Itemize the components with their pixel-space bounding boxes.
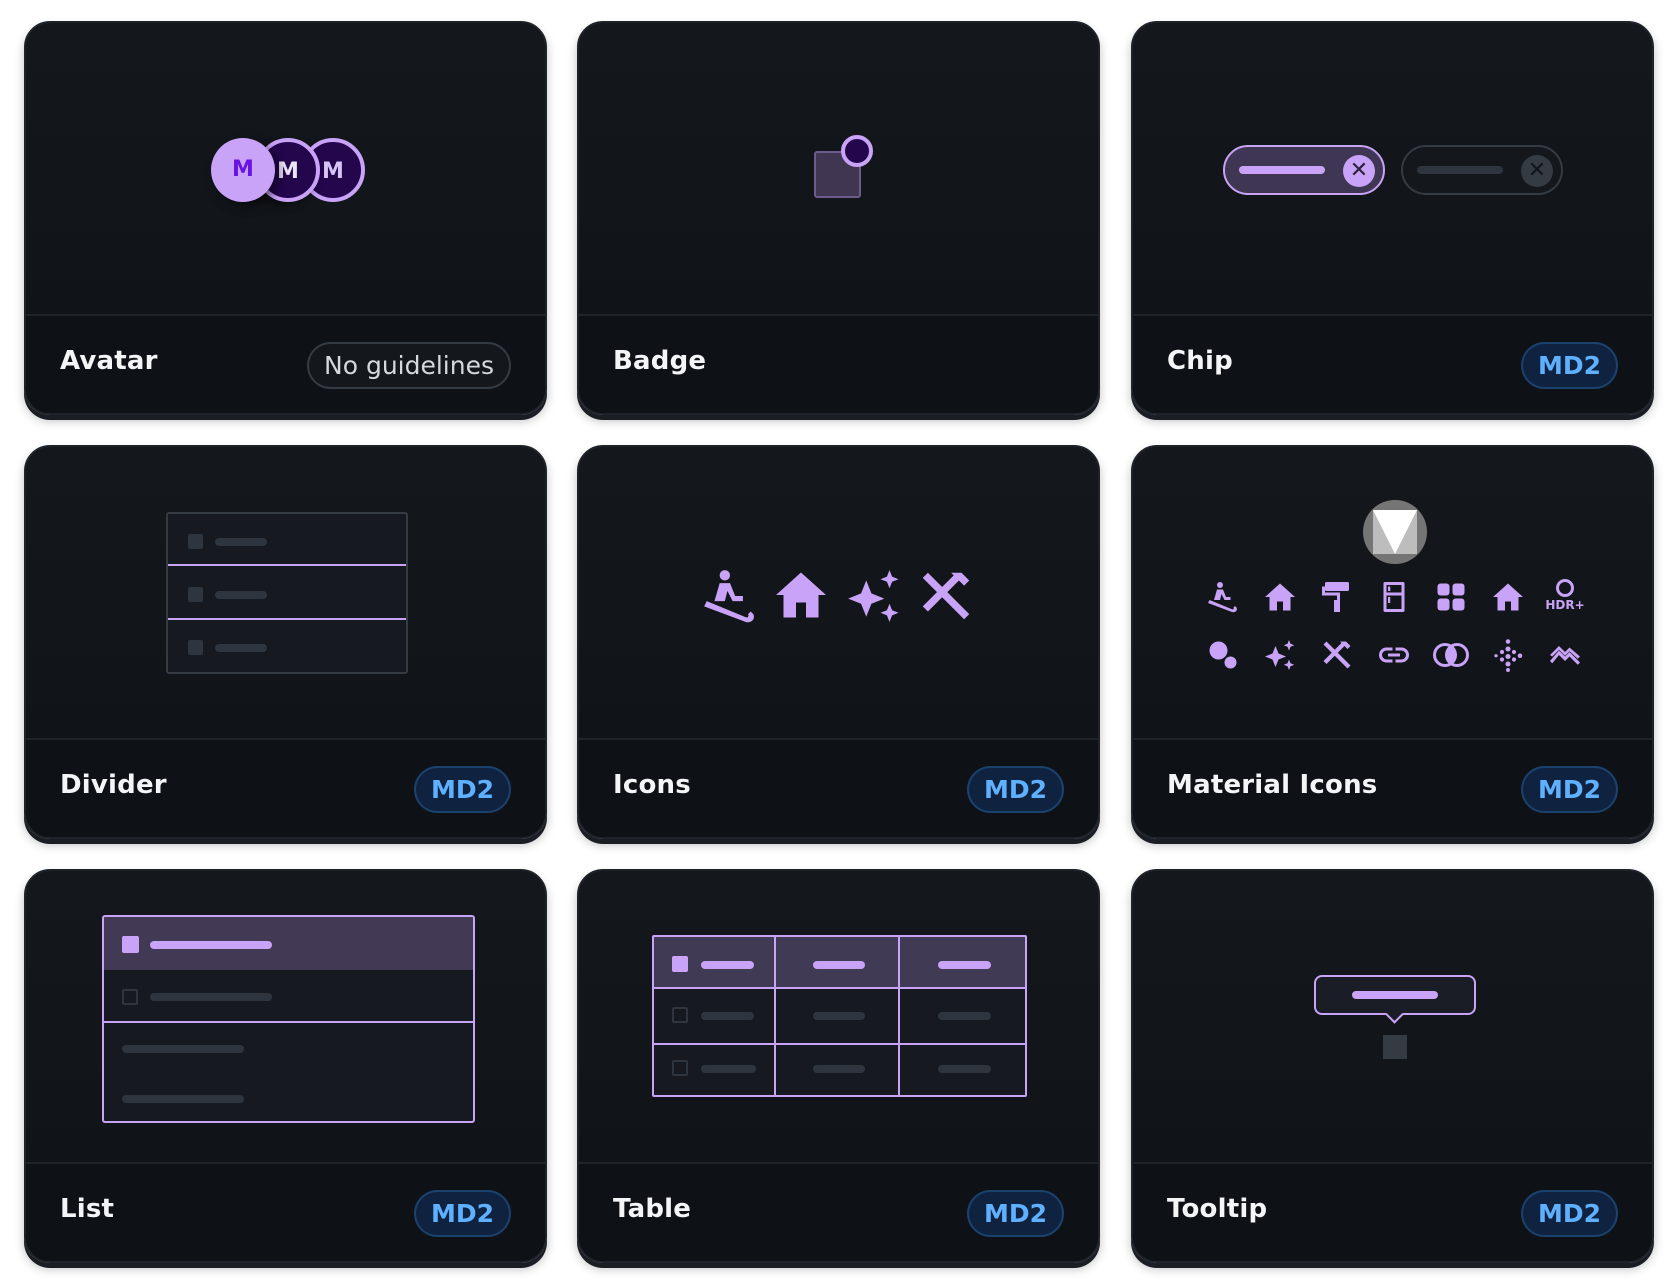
- card-badge[interactable]: Badge: [577, 21, 1100, 415]
- divider-preview: [26, 447, 545, 740]
- badge-preview: [579, 23, 1098, 316]
- list-preview: [26, 871, 545, 1164]
- home-icon: [1493, 583, 1523, 611]
- table: [652, 935, 1027, 1097]
- card-title: Badge: [613, 346, 707, 376]
- card-title: Chip: [1167, 346, 1233, 376]
- md2-badge: MD2: [413, 1190, 511, 1237]
- icons-preview: [579, 447, 1098, 740]
- chip-preview: ✕ ✕: [1133, 23, 1652, 316]
- card-table[interactable]: Table MD2: [577, 869, 1100, 1263]
- trending-icon: [1550, 646, 1580, 665]
- chip-selected: ✕: [1223, 145, 1385, 195]
- material-icons-preview: HDR+: [1133, 447, 1652, 740]
- card-title: Tooltip: [1167, 1194, 1268, 1224]
- card-title: Avatar: [60, 346, 158, 376]
- card-title: Table: [613, 1194, 692, 1224]
- card-title: Material Icons: [1167, 770, 1378, 800]
- close-icon: ✕: [1521, 155, 1553, 187]
- badge-dot: [841, 135, 873, 167]
- card-title: List: [60, 1194, 115, 1224]
- material-logo: [1363, 500, 1427, 564]
- card-chip[interactable]: ✕ ✕ Chip MD2: [1131, 21, 1654, 415]
- dots-icon: [1494, 639, 1523, 672]
- md2-badge: MD2: [1520, 766, 1618, 813]
- card-avatar[interactable]: M M M Avatar No guidelines: [24, 21, 547, 415]
- tools-icon: [1323, 641, 1351, 669]
- sledding-icon: [1208, 582, 1237, 613]
- md2-badge: MD2: [413, 766, 511, 813]
- card-list[interactable]: List MD2: [24, 869, 547, 1263]
- tooltip-preview: [1133, 871, 1652, 1164]
- card-title: Icons: [613, 770, 691, 800]
- card-divider[interactable]: Divider MD2: [24, 445, 547, 839]
- grid-icon: [1437, 583, 1465, 611]
- fridge-icon: [1383, 582, 1405, 612]
- sparkles-icon: [848, 570, 899, 622]
- avatar: M: [211, 138, 275, 202]
- list: [102, 915, 475, 1123]
- tools-icon: [922, 572, 970, 620]
- card-tooltip[interactable]: Tooltip MD2: [1131, 869, 1654, 1263]
- avatar-preview: M M M: [26, 23, 545, 316]
- md2-badge: MD2: [1520, 1190, 1618, 1237]
- link-icon: [1379, 647, 1409, 663]
- join-icon: [1433, 643, 1469, 667]
- md2-badge: MD2: [966, 1190, 1064, 1237]
- hdr-plus-icon: HDR+: [1543, 579, 1587, 612]
- sledding-icon: [704, 570, 754, 623]
- home-icon: [776, 572, 826, 618]
- paint-roller-icon: [1322, 582, 1349, 612]
- status-badge: No guidelines: [307, 342, 511, 389]
- table-preview: [579, 871, 1098, 1164]
- divider-list: [166, 512, 408, 674]
- close-icon: ✕: [1343, 155, 1375, 187]
- hdr-plus-label: HDR+: [1545, 598, 1585, 612]
- sparkles-icon: [1265, 640, 1295, 670]
- md2-badge: MD2: [1520, 342, 1618, 389]
- gears-icon: [1209, 641, 1237, 669]
- md2-badge: MD2: [966, 766, 1064, 813]
- card-title: Divider: [60, 770, 167, 800]
- card-material-icons[interactable]: HDR+ Material Icons MD2: [1131, 445, 1654, 839]
- home-icon: [1265, 583, 1295, 611]
- tooltip-anchor: [1383, 1035, 1407, 1059]
- chip-unselected: ✕: [1401, 145, 1563, 195]
- card-icons[interactable]: Icons MD2: [577, 445, 1100, 839]
